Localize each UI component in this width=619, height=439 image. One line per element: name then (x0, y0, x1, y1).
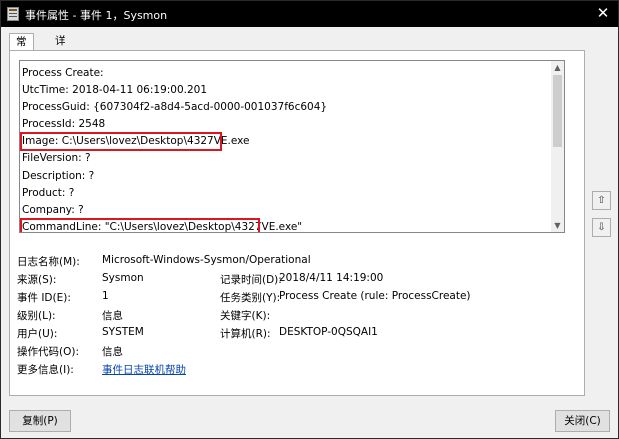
source-value: Sysmon (102, 272, 144, 284)
log-name-label: 日志名称(M): (17, 256, 80, 268)
description-line: ProcessId: 2548 (22, 118, 106, 131)
log-name-value: Microsoft-Windows-Sysmon/Operational (102, 254, 311, 266)
opcode-label: 操作代码(O): (17, 346, 79, 358)
event-properties-window: 事件属性 - 事件 1，Sysmon ✕ 常规 详细信息 Process Cre… (0, 0, 619, 439)
close-window-button[interactable]: ✕ (588, 1, 618, 27)
task-category-label: 任务类别(Y): (220, 292, 281, 304)
user-value: SYSTEM (102, 326, 144, 338)
copy-button[interactable]: 复制(P) (9, 410, 71, 432)
close-button[interactable]: 关闭(C) (555, 410, 610, 432)
previous-event-button[interactable]: ⇧ (592, 191, 611, 210)
title-bar: 事件属性 - 事件 1，Sysmon ✕ (1, 1, 618, 27)
commandline-highlight-box (20, 218, 260, 232)
logged-label: 记录时间(D): (220, 274, 282, 286)
event-viewer-icon (7, 7, 19, 21)
window-title: 事件属性 - 事件 1，Sysmon (25, 9, 168, 22)
source-label: 来源(S): (17, 274, 57, 286)
user-label: 用户(U): (17, 328, 58, 340)
computer-label: 计算机(R): (220, 328, 271, 340)
scroll-down-arrow-icon[interactable]: ▼ (551, 219, 564, 232)
arrow-up-icon: ⇧ (597, 195, 606, 206)
event-log-online-help-link[interactable]: 事件日志联机帮助 (102, 362, 186, 377)
general-tab-panel: Process Create: UtcTime: 2018-04-11 06:1… (9, 50, 585, 396)
vertical-scrollbar[interactable]: ▲ ▼ (551, 61, 564, 232)
more-info-label: 更多信息(I): (17, 364, 74, 376)
description-line: FileVersion: ? (22, 152, 91, 165)
opcode-value: 信息 (102, 346, 123, 358)
level-label: 级别(L): (17, 310, 56, 322)
tab-details[interactable]: 详细信息 (49, 33, 72, 98)
keywords-label: 关键字(K): (220, 310, 271, 322)
description-line: Process Create: (22, 67, 104, 79)
scroll-thumb[interactable] (553, 75, 562, 147)
next-event-button[interactable]: ⇩ (592, 218, 611, 237)
scroll-up-arrow-icon[interactable]: ▲ (551, 61, 564, 74)
level-value: 信息 (102, 310, 123, 322)
logged-value: 2018/4/11 14:19:00 (279, 272, 384, 284)
event-id-label: 事件 ID(E): (17, 292, 71, 304)
description-line: Product: ? (22, 186, 75, 199)
description-line: Company: ? (22, 203, 84, 216)
description-line: ProcessGuid: {607304f2-a8d4-5acd-0000-00… (22, 101, 328, 114)
description-line: Description: ? (22, 169, 95, 182)
event-id-value: 1 (102, 290, 109, 302)
close-icon: ✕ (596, 4, 610, 22)
event-description-textbox[interactable]: Process Create: UtcTime: 2018-04-11 06:1… (19, 60, 565, 233)
computer-value: DESKTOP-0QSQAI1 (279, 326, 378, 338)
arrow-down-icon: ⇩ (597, 222, 606, 233)
task-category-value: Process Create (rule: ProcessCreate) (279, 290, 471, 302)
image-highlight-box (20, 132, 222, 151)
description-line: UtcTime: 2018-04-11 06:19:00.201 (22, 84, 208, 97)
